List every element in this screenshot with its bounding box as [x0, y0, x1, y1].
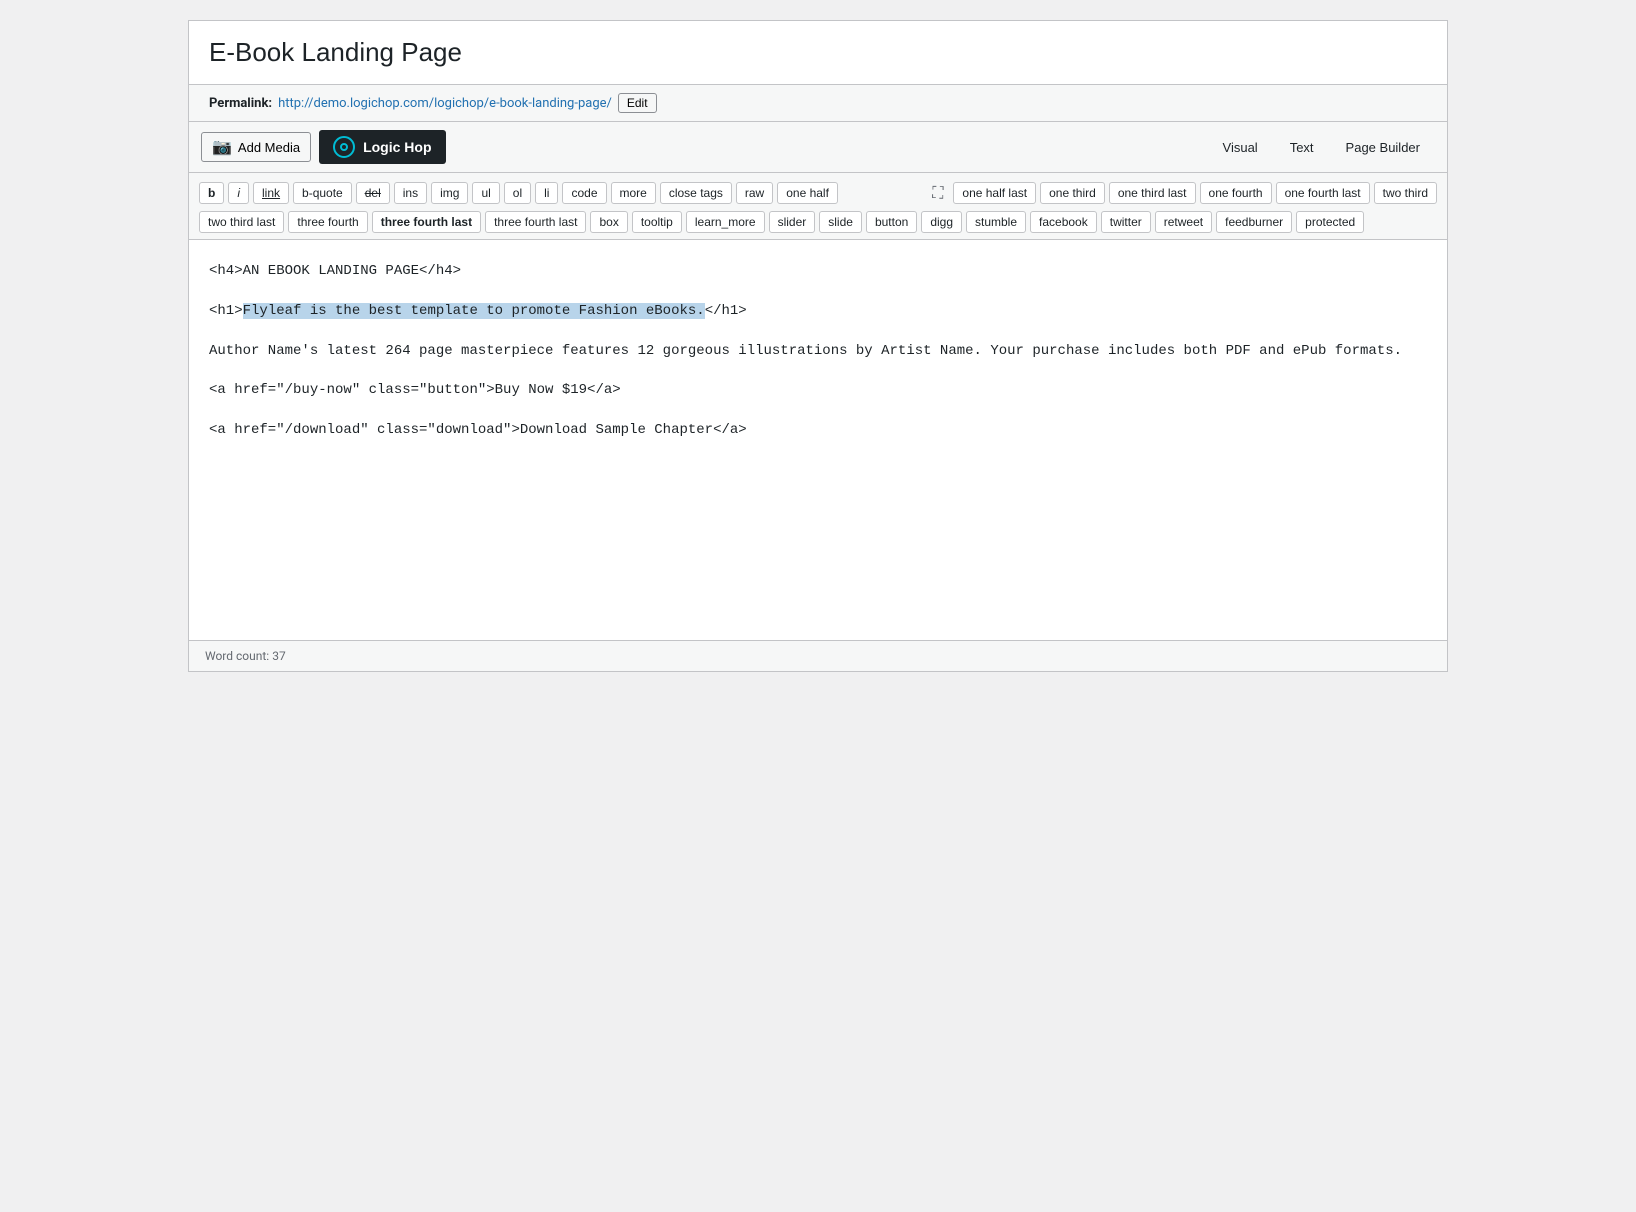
fmt-btn-one-third[interactable]: one third [1040, 182, 1105, 204]
permalink-link[interactable]: http://demo.logichop.com/logichop/e-book… [278, 96, 612, 111]
toolbar-top: 📷 Add Media Logic Hop Visual Text Page B… [189, 122, 1447, 173]
fmt-btn-protected[interactable]: protected [1296, 211, 1364, 233]
fmt-btn-more[interactable]: more [611, 182, 656, 204]
fmt-btn-two-third[interactable]: two third [1374, 182, 1437, 204]
fmt-btn-code[interactable]: code [562, 182, 606, 204]
fmt-btn-one-third-last[interactable]: one third last [1109, 182, 1196, 204]
formatting-bar: b i link b-quote del ins img ul ol li co… [189, 173, 1447, 240]
permalink-label: Permalink: [209, 96, 272, 111]
fmt-btn-retweet[interactable]: retweet [1155, 211, 1212, 233]
tab-text[interactable]: Text [1275, 134, 1329, 161]
fmt-btn-slider[interactable]: slider [769, 211, 816, 233]
word-count-label: Word count: [205, 649, 269, 663]
fmt-btn-three-fourth[interactable]: three fourth [288, 211, 367, 233]
fmt-btn-one-half-last[interactable]: one half last [953, 182, 1036, 204]
add-media-label: Add Media [238, 140, 300, 155]
page-title-input[interactable] [209, 37, 1427, 68]
permalink-edit-button[interactable]: Edit [618, 93, 657, 113]
content-line-2: <h1>Flyleaf is the best template to prom… [209, 300, 1427, 324]
fmt-btn-learn-more[interactable]: learn_more [686, 211, 765, 233]
fmt-btn-one-half[interactable]: one half [777, 182, 838, 204]
add-media-button[interactable]: 📷 Add Media [201, 132, 311, 162]
expand-icon[interactable]: ⛶ [926, 179, 949, 207]
editor-container: Permalink: http://demo.logichop.com/logi… [188, 20, 1448, 672]
tab-page-builder[interactable]: Page Builder [1331, 134, 1435, 161]
fmt-btn-two-third-last[interactable]: two third last [199, 211, 284, 233]
fmt-btn-feedburner[interactable]: feedburner [1216, 211, 1292, 233]
page-title-bar [189, 21, 1447, 85]
fmt-btn-one-fourth[interactable]: one fourth [1200, 182, 1272, 204]
content-line2-after: </h1> [705, 303, 747, 319]
fmt-btn-link[interactable]: link [253, 182, 289, 204]
fmt-btn-i[interactable]: i [228, 182, 249, 204]
tab-visual[interactable]: Visual [1208, 134, 1273, 161]
camera-icon: 📷 [212, 137, 232, 157]
fmt-btn-close-tags[interactable]: close tags [660, 182, 732, 204]
content-line-1: <h4>AN EBOOK LANDING PAGE</h4> [209, 260, 1427, 284]
fmt-btn-ul[interactable]: ul [472, 182, 499, 204]
content-line-5: <a href="/download" class="download">Dow… [209, 419, 1427, 443]
fmt-btn-three-fourth-last[interactable]: three fourth last [485, 211, 586, 233]
fmt-btn-twitter[interactable]: twitter [1101, 211, 1151, 233]
fmt-btn-facebook[interactable]: facebook [1030, 211, 1097, 233]
fmt-btn-li[interactable]: li [535, 182, 558, 204]
permalink-bar: Permalink: http://demo.logichop.com/logi… [189, 85, 1447, 122]
logic-hop-button[interactable]: Logic Hop [319, 130, 445, 164]
content-line-3: Author Name's latest 264 page masterpiec… [209, 340, 1427, 364]
logic-hop-label: Logic Hop [363, 139, 431, 155]
toolbar-right: Visual Text Page Builder [1208, 134, 1435, 161]
fmt-btn-img[interactable]: img [431, 182, 468, 204]
fmt-btn-ol[interactable]: ol [504, 182, 531, 204]
content-line-4: <a href="/buy-now" class="button">Buy No… [209, 379, 1427, 403]
content-line2-highlight: Flyleaf is the best template to promote … [243, 303, 705, 319]
fmt-btn-b[interactable]: b [199, 182, 224, 204]
content-area[interactable]: <h4>AN EBOOK LANDING PAGE</h4> <h1>Flyle… [189, 240, 1447, 640]
word-count-value: 37 [272, 649, 286, 663]
content-line2-before: <h1> [209, 303, 243, 319]
fmt-btn-tooltip[interactable]: tooltip [632, 211, 682, 233]
fmt-btn-three-fourth-last-bold[interactable]: three fourth last [372, 211, 481, 233]
toolbar-left: 📷 Add Media Logic Hop [201, 130, 446, 164]
fmt-btn-del[interactable]: del [356, 182, 390, 204]
fmt-btn-button[interactable]: button [866, 211, 917, 233]
logic-hop-icon [333, 136, 355, 158]
logic-hop-icon-inner [340, 143, 348, 151]
fmt-btn-stumble[interactable]: stumble [966, 211, 1026, 233]
fmt-btn-slide[interactable]: slide [819, 211, 862, 233]
fmt-btn-digg[interactable]: digg [921, 211, 962, 233]
fmt-btn-raw[interactable]: raw [736, 182, 773, 204]
fmt-btn-ins[interactable]: ins [394, 182, 427, 204]
fmt-btn-one-fourth-last[interactable]: one fourth last [1276, 182, 1370, 204]
fmt-btn-box[interactable]: box [590, 211, 627, 233]
word-count-bar: Word count: 37 [189, 640, 1447, 671]
fmt-btn-b-quote[interactable]: b-quote [293, 182, 352, 204]
